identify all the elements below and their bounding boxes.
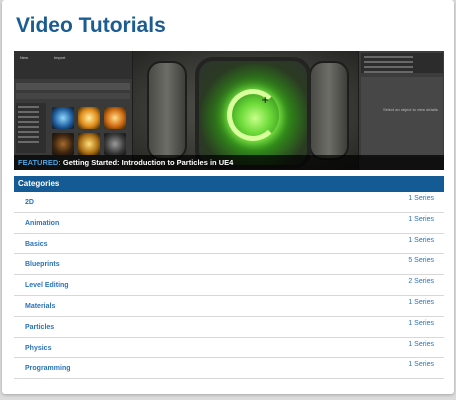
category-name[interactable]: Animation: [25, 220, 59, 227]
category-name[interactable]: Physics: [25, 345, 51, 352]
scene-pillar-right: [309, 61, 349, 160]
category-name[interactable]: Particles: [25, 324, 54, 331]
category-name[interactable]: Level Editing: [25, 282, 69, 289]
featured-caption[interactable]: FEATURED: Getting Started: Introduction …: [14, 155, 444, 170]
categories-list: 2D 1 Series Animation 1 Series Basics 1 …: [14, 192, 444, 380]
category-row[interactable]: Materials 1 Series: [14, 296, 444, 317]
editor-filter-bar: [16, 83, 130, 90]
particle-ring: [227, 89, 279, 141]
categories-header: Categories: [14, 176, 444, 192]
category-series-count: 1 Series: [408, 340, 434, 348]
editor-folder-tree: [16, 103, 46, 153]
category-row[interactable]: 2D 1 Series: [14, 192, 444, 213]
category-series-count: 1 Series: [408, 319, 434, 327]
category-series-count: 2 Series: [408, 278, 434, 286]
asset-thumbnail-blue: [52, 107, 74, 129]
crosshair-icon: +: [261, 95, 270, 106]
new-label: New: [20, 55, 29, 60]
category-name[interactable]: Basics: [25, 241, 48, 248]
category-series-count: 1 Series: [408, 215, 434, 223]
editor-details-panel: Select an object to view details: [358, 51, 444, 170]
editor-toolbar-area: [14, 51, 132, 79]
category-name[interactable]: Blueprints: [25, 261, 60, 268]
category-series-count: 1 Series: [408, 361, 434, 369]
featured-video-banner[interactable]: New Import + Select an object to view de…: [14, 51, 444, 170]
category-row[interactable]: Physics 1 Series: [14, 338, 444, 359]
category-series-count: 5 Series: [408, 257, 434, 265]
category-series-count: 1 Series: [408, 298, 434, 306]
import-label: Import: [54, 55, 66, 60]
featured-label: FEATURED:: [18, 158, 61, 167]
category-name[interactable]: 2D: [25, 199, 34, 206]
asset-thumbnail-gold: [78, 133, 100, 155]
editor-content-browser: New Import: [14, 51, 133, 170]
category-name[interactable]: Materials: [25, 303, 55, 310]
editor-outliner: [361, 53, 443, 73]
scene-pillar-left: [147, 61, 187, 160]
asset-thumbnail-orange: [78, 107, 100, 129]
category-name[interactable]: Programming: [25, 365, 71, 372]
asset-thumbnail-grey: [104, 133, 126, 155]
category-row[interactable]: Level Editing 2 Series: [14, 275, 444, 296]
details-panel-body: [361, 77, 443, 157]
details-hint: Select an object to view details: [383, 107, 438, 112]
editor-viewport: +: [133, 51, 358, 170]
category-row[interactable]: Programming 1 Series: [14, 358, 444, 380]
category-row[interactable]: Blueprints 5 Series: [14, 254, 444, 276]
category-series-count: 1 Series: [408, 236, 434, 244]
asset-thumbnail-orange-2: [104, 107, 126, 129]
content-card: Video Tutorials New Import + Select an o…: [2, 0, 454, 394]
asset-thumbnail-dark: [52, 133, 74, 155]
category-series-count: 1 Series: [408, 195, 434, 202]
scene-glowing-portal: [195, 57, 311, 169]
page-title: Video Tutorials: [16, 14, 166, 37]
category-row[interactable]: Animation 1 Series: [14, 213, 444, 234]
category-row[interactable]: Particles 1 Series: [14, 317, 444, 338]
category-row[interactable]: Basics 1 Series: [14, 234, 444, 255]
editor-path-bar: [16, 93, 130, 99]
featured-title[interactable]: Getting Started: Introduction to Particl…: [63, 158, 233, 167]
